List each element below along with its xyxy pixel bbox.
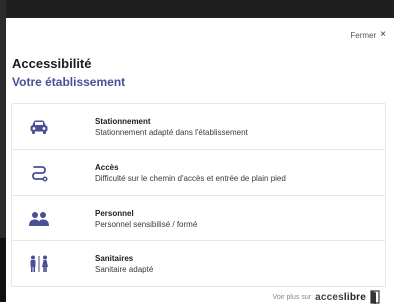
item-title: Accès [95,162,119,172]
item-description: Sanitaire adapté [95,264,154,274]
item-title: Stationnement [95,116,151,126]
restroom-icon [23,251,55,277]
close-label[interactable]: Fermer [350,31,376,40]
people-icon [23,206,55,232]
page-backdrop [0,0,394,18]
brand-part2[interactable]: libre [344,292,366,303]
car-icon [23,114,55,140]
item-description: Difficulté sur le chemin d'accès et entr… [95,173,286,183]
dialog-title: Accessibilité [12,56,92,71]
brand-part1[interactable]: acces [315,292,344,303]
path-icon [23,160,55,186]
close-button[interactable]: Fermer × [350,30,386,40]
accessibility-dialog: Fermer × Accessibilité Votre établisseme… [6,18,394,304]
close-icon[interactable]: × [380,30,386,40]
dialog-subtitle: Votre établissement [12,75,126,89]
list-item-personnel: Personnel Personnel sensibilisé / formé [12,195,385,241]
item-title: Sanitaires [95,253,134,263]
item-description: Personnel sensibilisé / formé [95,219,198,229]
accessibility-list: Stationnement Stationnement adapté dans … [11,103,386,287]
acceslibre-logo[interactable]: acceslibre [315,292,366,303]
list-item-stationnement: Stationnement Stationnement adapté dans … [12,104,385,149]
list-item-acces: Accès Difficulté sur le chemin d'accès e… [12,149,385,195]
item-description: Stationnement adapté dans l'établissemen… [95,127,248,137]
footer-prefix[interactable]: Voir plus sur [273,294,312,301]
list-item-sanitaires: Sanitaires Sanitaire adapté [12,240,385,286]
item-title: Personnel [95,208,134,218]
